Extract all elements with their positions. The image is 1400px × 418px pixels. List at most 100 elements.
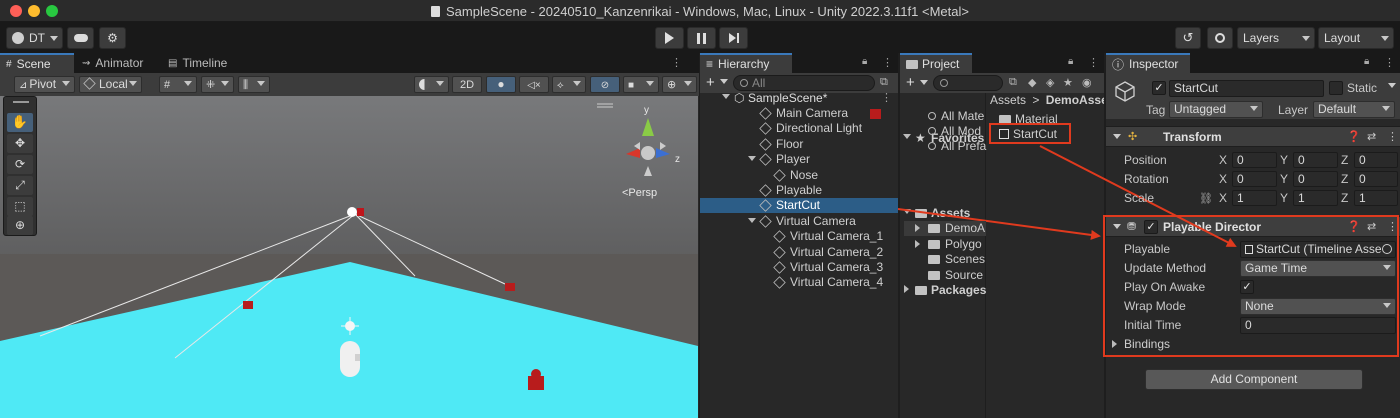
- favorite-item[interactable]: All Mate: [928, 109, 984, 124]
- palette-handle[interactable]: [13, 101, 29, 103]
- hierarchy-item[interactable]: Virtual Camera: [700, 214, 898, 229]
- hierarchy-item[interactable]: Playable: [700, 183, 898, 198]
- axis-label[interactable]: X: [1219, 172, 1227, 186]
- layout-dropdown[interactable]: Layout: [1318, 27, 1394, 49]
- tab-project[interactable]: Project: [900, 53, 972, 73]
- hand-tool[interactable]: ✋: [7, 113, 33, 132]
- asset-folder-item[interactable]: Scenes: [904, 252, 986, 267]
- tab-inspector[interactable]: ⓘ Inspector: [1106, 53, 1190, 73]
- more-options-icon[interactable]: ⋮: [671, 56, 682, 69]
- virtual-camera-gizmo[interactable]: [243, 301, 253, 309]
- asset-folder-item[interactable]: Polygo: [904, 237, 986, 252]
- filter-icon[interactable]: ◆: [1028, 76, 1036, 89]
- favorite-item[interactable]: All Prefa: [928, 139, 986, 154]
- player-capsule[interactable]: [340, 341, 360, 377]
- axis-label[interactable]: X: [1219, 153, 1227, 167]
- axis-label[interactable]: Z: [1341, 191, 1348, 205]
- undo-history-button[interactable]: ↺: [1175, 27, 1201, 49]
- axis-label[interactable]: X: [1219, 191, 1227, 205]
- more-options-icon[interactable]: ⋮: [1387, 130, 1398, 143]
- label-icon[interactable]: ◈: [1046, 76, 1054, 89]
- local-dropdown[interactable]: Local: [79, 76, 142, 93]
- add-component-button[interactable]: Add Component: [1145, 369, 1363, 390]
- camera-settings-button[interactable]: ■: [623, 76, 659, 93]
- effects-button[interactable]: ⟡: [552, 76, 586, 93]
- hierarchy-item[interactable]: Main Camera: [700, 106, 898, 121]
- transform-scale-y-input[interactable]: 1: [1293, 190, 1338, 206]
- transform-position-y-input[interactable]: 0: [1293, 152, 1338, 168]
- presets-icon[interactable]: ⇄: [1367, 130, 1376, 143]
- transform-tool[interactable]: ⊕: [7, 216, 33, 235]
- axis-label[interactable]: Z: [1341, 172, 1348, 186]
- cloud-button[interactable]: [67, 27, 94, 49]
- hierarchy-item[interactable]: Virtual Camera_3: [700, 260, 898, 275]
- axis-label[interactable]: Y: [1280, 172, 1288, 186]
- draw-mode-button[interactable]: [414, 76, 449, 93]
- favorite-item[interactable]: All Mod: [928, 124, 981, 139]
- more-options-icon[interactable]: ⋮: [882, 56, 893, 69]
- lighting-toggle[interactable]: ●: [486, 76, 516, 93]
- axis-label[interactable]: Y: [1280, 153, 1288, 167]
- lock-icon[interactable]: 🔒︎: [1364, 56, 1369, 67]
- increment-snap-button[interactable]: ⁜: [201, 76, 234, 93]
- axis-label[interactable]: Y: [1280, 191, 1288, 205]
- scale-tool[interactable]: ⤢: [7, 176, 33, 195]
- chevron-down-icon[interactable]: [748, 217, 756, 223]
- star-icon[interactable]: ★: [1063, 76, 1073, 89]
- transform-scale-x-input[interactable]: 1: [1232, 190, 1277, 206]
- hierarchy-item[interactable]: Directional Light: [700, 121, 898, 136]
- hierarchy-search-input[interactable]: All: [733, 75, 875, 91]
- search-button[interactable]: [1207, 27, 1233, 49]
- tag-dropdown[interactable]: Untagged: [1169, 101, 1263, 118]
- hierarchy-item[interactable]: Floor: [700, 137, 898, 152]
- hierarchy-item[interactable]: Virtual Camera_1: [700, 229, 898, 244]
- static-checkbox[interactable]: [1329, 81, 1343, 95]
- hierarchy-item[interactable]: Player: [700, 152, 898, 167]
- rotate-tool[interactable]: ⟳: [7, 155, 33, 174]
- axis-label[interactable]: Z: [1341, 153, 1348, 167]
- add-icon[interactable]: +: [906, 74, 915, 91]
- hierarchy-item[interactable]: Nose: [700, 168, 898, 183]
- asset-folder-item[interactable]: Source: [904, 268, 986, 283]
- transform-position-z-input[interactable]: 0: [1354, 152, 1398, 168]
- gizmos-button[interactable]: ⊕: [662, 76, 697, 93]
- transform-rotation-z-input[interactable]: 0: [1354, 171, 1398, 187]
- eye-icon[interactable]: ◉: [1082, 76, 1092, 89]
- lock-icon[interactable]: 🔒︎: [1068, 56, 1073, 67]
- scene-viewport[interactable]: y z <Persp ✋ ✥ ⟳ ⤢ ⬚ ⊕: [0, 96, 698, 418]
- add-icon[interactable]: +: [706, 74, 715, 91]
- rect-tool[interactable]: ⬚: [7, 197, 33, 216]
- audio-toggle[interactable]: ◁×: [519, 76, 549, 93]
- transform-header[interactable]: ✣ Transform ❓ ⇄ ⋮: [1106, 126, 1400, 147]
- mode-2d-button[interactable]: 2D: [452, 76, 482, 93]
- chevron-down-icon[interactable]: [920, 80, 928, 85]
- move-tool[interactable]: ✥: [7, 134, 33, 153]
- camera-gizmo[interactable]: [347, 207, 364, 217]
- link-icon[interactable]: ⛓: [1199, 192, 1213, 205]
- help-icon[interactable]: ❓: [1347, 130, 1361, 143]
- project-search-input[interactable]: [933, 75, 1003, 91]
- chevron-down-icon[interactable]: [720, 79, 728, 84]
- lock-icon[interactable]: 🔒︎: [862, 56, 867, 67]
- search-by-type-icon[interactable]: ⧉: [1009, 76, 1017, 89]
- step-button[interactable]: [719, 27, 748, 49]
- grid-snap-button[interactable]: #: [159, 76, 197, 93]
- layers-dropdown[interactable]: Layers: [1237, 27, 1315, 49]
- hidden-objects-toggle[interactable]: ⊘: [590, 76, 620, 93]
- virtual-camera-gizmo[interactable]: [505, 283, 515, 291]
- layer-dropdown[interactable]: Default: [1313, 101, 1395, 118]
- chevron-down-icon[interactable]: [1388, 83, 1396, 88]
- tree-root[interactable]: ⬡ SampleScene* ⋮: [700, 91, 898, 106]
- transform-position-x-input[interactable]: 0: [1232, 152, 1277, 168]
- hierarchy-item[interactable]: Virtual Camera_2: [700, 245, 898, 260]
- align-button[interactable]: ⫼: [238, 76, 270, 93]
- scene-visibility-icon[interactable]: ⧉: [880, 76, 888, 89]
- pause-button[interactable]: [687, 27, 716, 49]
- asset-folder-item[interactable]: DemoA: [904, 221, 986, 236]
- hierarchy-item[interactable]: StartCut: [700, 198, 898, 214]
- more-options-icon[interactable]: ⋮: [1088, 56, 1099, 69]
- chevron-right-icon[interactable]: [915, 239, 920, 248]
- tab-scene[interactable]: # Scene: [0, 53, 74, 73]
- account-dropdown[interactable]: DT: [6, 27, 63, 49]
- chevron-right-icon[interactable]: [915, 224, 920, 232]
